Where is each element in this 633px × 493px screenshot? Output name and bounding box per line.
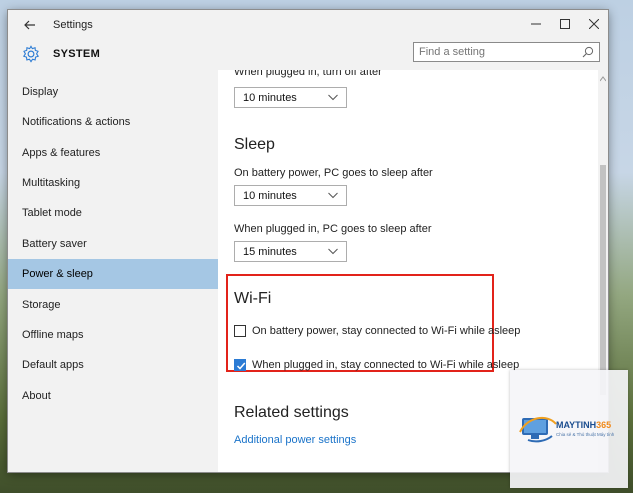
brand-name-main: MAYTINH xyxy=(556,420,597,430)
screen-plugged-label: When plugged in, turn off after xyxy=(234,70,382,78)
minimize-icon xyxy=(531,23,541,25)
chevron-down-icon xyxy=(328,192,338,199)
sidebar-item-default-apps[interactable]: Default apps xyxy=(8,350,218,380)
sidebar-item-apps-features[interactable]: Apps & features xyxy=(8,138,218,168)
wifi-battery-label: On battery power, stay connected to Wi-F… xyxy=(252,325,521,337)
search-box[interactable] xyxy=(413,42,600,62)
search-input[interactable] xyxy=(419,45,569,59)
wifi-plugged-label: When plugged in, stay connected to Wi-Fi… xyxy=(252,359,520,371)
screen-plugged-value: 10 minutes xyxy=(243,92,297,104)
section-title: SYSTEM xyxy=(53,48,101,60)
scroll-up-icon[interactable] xyxy=(600,76,606,82)
brand-name: MAYTINH365 xyxy=(556,420,611,430)
related-settings-heading: Related settings xyxy=(234,404,349,421)
wifi-highlight-box xyxy=(226,274,494,372)
sidebar-item-tablet-mode[interactable]: Tablet mode xyxy=(8,198,218,228)
settings-header: SYSTEM xyxy=(8,40,608,70)
back-arrow-icon[interactable] xyxy=(22,17,38,33)
sidebar-item-display[interactable]: Display xyxy=(8,77,218,107)
sidebar-item-battery-saver[interactable]: Battery saver xyxy=(8,229,218,259)
wifi-plugged-checkbox[interactable] xyxy=(234,359,246,371)
sidebar-item-offline-maps[interactable]: Offline maps xyxy=(8,320,218,350)
sidebar: Display Notifications & actions Apps & f… xyxy=(8,70,218,472)
scroll-thumb[interactable] xyxy=(600,165,606,395)
sleep-battery-dropdown[interactable]: 10 minutes xyxy=(234,185,347,206)
sleep-battery-value: 10 minutes xyxy=(243,190,297,202)
additional-power-settings-link[interactable]: Additional power settings xyxy=(234,434,356,446)
search-icon xyxy=(582,46,594,58)
sleep-plugged-dropdown[interactable]: 15 minutes xyxy=(234,241,347,262)
sidebar-item-power-sleep[interactable]: Power & sleep xyxy=(8,259,218,289)
gear-icon xyxy=(22,45,40,63)
checkmark-icon xyxy=(236,362,246,370)
sleep-heading: Sleep xyxy=(234,136,275,153)
sleep-plugged-value: 15 minutes xyxy=(243,246,297,258)
chevron-down-icon xyxy=(328,94,338,101)
watermark-logo: MAYTINH365 Chia sẻ & Thủ thuật Máy tính xyxy=(510,370,628,488)
maximize-button[interactable] xyxy=(555,15,575,35)
screen-plugged-dropdown[interactable]: 10 minutes xyxy=(234,87,347,108)
sleep-plugged-label: When plugged in, PC goes to sleep after xyxy=(234,223,432,235)
chevron-down-icon xyxy=(328,248,338,255)
close-button[interactable] xyxy=(584,15,604,35)
brand-logo-icon xyxy=(519,416,557,443)
close-icon xyxy=(588,18,600,30)
sleep-battery-label: On battery power, PC goes to sleep after xyxy=(234,167,433,179)
brand-tagline: Chia sẻ & Thủ thuật Máy tính xyxy=(556,432,615,437)
sidebar-item-multitasking[interactable]: Multitasking xyxy=(8,168,218,198)
maximize-icon xyxy=(560,19,570,29)
title-bar: Settings xyxy=(8,10,608,40)
sidebar-item-notifications[interactable]: Notifications & actions xyxy=(8,107,218,137)
wifi-battery-checkbox[interactable] xyxy=(234,325,246,337)
minimize-button[interactable] xyxy=(526,15,546,35)
window-title: Settings xyxy=(53,19,93,31)
brand-name-number: 365 xyxy=(596,420,612,430)
sidebar-item-about[interactable]: About xyxy=(8,381,218,411)
wifi-heading: Wi-Fi xyxy=(234,290,272,307)
sidebar-item-storage[interactable]: Storage xyxy=(8,290,218,320)
